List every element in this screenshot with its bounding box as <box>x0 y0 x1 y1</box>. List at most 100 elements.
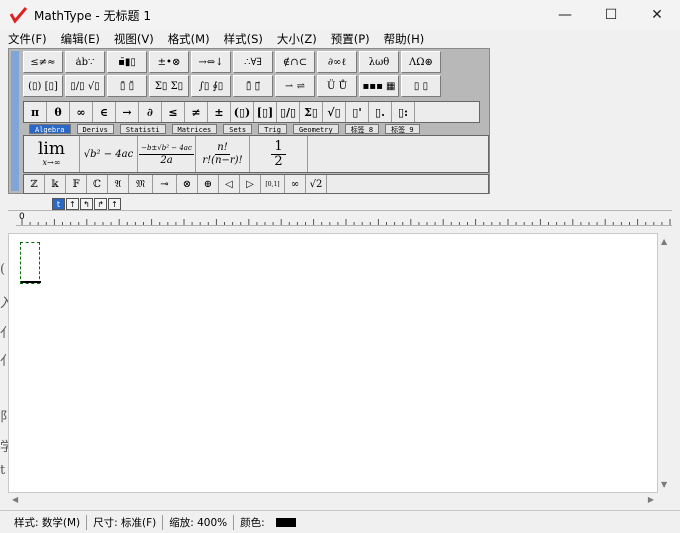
left-triangle-symbol[interactable]: ◁ <box>219 175 240 193</box>
scroll-left-icon[interactable]: ◀ <box>12 495 18 504</box>
partial-symbol[interactable]: ∂ <box>139 102 162 122</box>
nudge-up-button[interactable]: ↑ <box>66 198 79 210</box>
brackets-template[interactable]: [▯] <box>254 102 277 122</box>
horizontal-scrollbar[interactable]: ◀ ▶ <box>8 493 658 507</box>
menu-size[interactable]: 大小(Z) <box>277 31 317 47</box>
menu-help[interactable]: 帮助(H) <box>384 31 425 47</box>
multimap-symbol[interactable]: ⊸ <box>153 175 177 193</box>
unit-interval-symbol[interactable]: [0,1] <box>261 175 285 193</box>
misc-palette-button[interactable]: ∂∞ℓ <box>317 51 357 73</box>
scroll-right-icon[interactable]: ▶ <box>648 495 654 504</box>
tab-8[interactable]: 标签 8 <box>344 124 380 134</box>
empty-input-slot[interactable] <box>20 242 41 284</box>
toolbar-drag-handle[interactable] <box>11 51 19 191</box>
tab-derivs[interactable]: Derivs <box>76 124 114 134</box>
sets-palette-button[interactable]: ∉∩⊂ <box>275 51 315 73</box>
infinity-symbol[interactable]: ∞ <box>70 102 93 122</box>
oplus-symbol[interactable]: ⊕ <box>198 175 219 193</box>
menu-file[interactable]: 文件(F) <box>8 31 47 47</box>
fences-palette-button[interactable]: (▯) [▯] <box>23 75 63 97</box>
fractions-palette-button[interactable]: ▯/▯ √▯ <box>65 75 105 97</box>
operators-palette-button[interactable]: ±•⊗ <box>149 51 189 73</box>
window-title: MathType - 无标题 1 <box>34 8 151 23</box>
field-f-symbol[interactable]: 𝔽 <box>66 175 87 193</box>
element-of-symbol[interactable]: ∈ <box>93 102 116 122</box>
quadratic-formula-expression[interactable]: −b±√b² − 4ac 2a <box>138 136 196 172</box>
combination-expression[interactable]: n! r!(n−r)! <box>196 136 250 172</box>
tab-algebra[interactable]: Algebra <box>29 124 71 134</box>
menu-preferences[interactable]: 预置(P) <box>331 31 370 47</box>
combination-denominator: r!(n−r)! <box>202 154 243 166</box>
not-equal-symbol[interactable]: ≠ <box>185 102 208 122</box>
less-equal-symbol[interactable]: ≤ <box>162 102 185 122</box>
infinity-small-symbol[interactable]: ∞ <box>285 175 306 193</box>
fraktur-a-symbol[interactable]: 𝔄 <box>108 175 129 193</box>
right-triangle-symbol[interactable]: ▷ <box>240 175 261 193</box>
subscript-template[interactable]: ▯. <box>369 102 392 122</box>
menu-style[interactable]: 样式(S) <box>224 31 263 47</box>
theta-symbol[interactable]: θ <box>47 102 70 122</box>
integrals-palette-button[interactable]: ∫▯ ∮▯ <box>191 75 231 97</box>
superscript-template[interactable]: ▯' <box>346 102 369 122</box>
vertical-scrollbar[interactable]: ▲ ▼ <box>658 233 672 493</box>
matrices-palette-button[interactable]: ▪▪▪ ▦ <box>359 75 399 97</box>
embellishments-palette-button[interactable]: ▪̄▮▯ <box>107 51 147 73</box>
plus-minus-symbol[interactable]: ± <box>208 102 231 122</box>
greek-upper-palette-button[interactable]: ΛΩ⊛ <box>401 51 441 73</box>
spaces-palette-button[interactable]: ȧb∵ <box>65 51 105 73</box>
bars-palette-button[interactable]: ▯̄ ▯⃗ <box>233 75 273 97</box>
greek-lower-palette-button[interactable]: λωθ <box>359 51 399 73</box>
menu-edit[interactable]: 编辑(E) <box>61 31 100 47</box>
equation-editing-area[interactable] <box>8 233 658 493</box>
one-half-expression[interactable]: 1 2 <box>250 136 308 172</box>
relations-palette-button[interactable]: ≤≠≈ <box>23 51 63 73</box>
fraktur-m-symbol[interactable]: 𝔐 <box>129 175 153 193</box>
logic-palette-button[interactable]: ∴∀∃ <box>233 51 273 73</box>
sums-palette-button[interactable]: Σ▯ Σ▯ <box>149 75 189 97</box>
tab-matrices[interactable]: Matrices <box>171 124 218 134</box>
limit-expression[interactable]: lim x→∞ <box>24 136 80 172</box>
field-k-symbol[interactable]: 𝕜 <box>45 175 66 193</box>
boxes-palette-button[interactable]: ▯ ▯ <box>401 75 441 97</box>
tab-trig[interactable]: Trig <box>258 124 287 134</box>
ruler[interactable]: 0 <box>8 210 672 230</box>
half-numerator: 1 <box>271 139 286 155</box>
pi-symbol[interactable]: π <box>24 102 47 122</box>
otimes-symbol[interactable]: ⊗ <box>177 175 198 193</box>
background-fragment: t <box>0 463 6 478</box>
close-button[interactable]: ✕ <box>634 0 680 30</box>
menu-view[interactable]: 视图(V) <box>114 31 154 47</box>
minimize-button[interactable]: — <box>542 0 588 30</box>
menu-format[interactable]: 格式(M) <box>168 31 210 47</box>
palette-row-templates: (▯) [▯] ▯/▯ √▯ ▯̄ ▯̆ Σ▯ Σ▯ ∫▯ ∮▯ ▯̄ ▯⃗ ⇀… <box>23 75 443 97</box>
tab-geometry[interactable]: Geometry <box>292 124 339 134</box>
fraction-template[interactable]: ▯/▯ <box>277 102 300 122</box>
tab-sets[interactable]: Sets <box>223 124 253 134</box>
sub-superscript-template[interactable]: ▯: <box>392 102 415 122</box>
products-palette-button[interactable]: Ü Ů <box>317 75 357 97</box>
half-denominator: 2 <box>274 153 283 169</box>
nudge-right-button[interactable]: ↱ <box>94 198 107 210</box>
radical-template[interactable]: √▯ <box>323 102 346 122</box>
text-style-button[interactable]: t <box>52 198 65 210</box>
summation-template[interactable]: Σ▯ <box>300 102 323 122</box>
parentheses-template[interactable]: (▯) <box>231 102 254 122</box>
tab-9[interactable]: 标签 9 <box>385 124 420 134</box>
nudge-left-button[interactable]: ↰ <box>80 198 93 210</box>
sqrt-two-symbol[interactable]: √2 <box>306 175 327 193</box>
tab-bar: Algebra Derivs Statisti Matrices Sets Tr… <box>29 124 426 134</box>
scripts-palette-button[interactable]: ▯̄ ▯̆ <box>107 75 147 97</box>
sqrt-discriminant-expression[interactable]: √b² − 4ac <box>80 136 138 172</box>
tab-statistics[interactable]: Statisti <box>119 124 166 134</box>
complex-symbol[interactable]: ℂ <box>87 175 108 193</box>
small-symbol-bar: π θ ∞ ∈ → ∂ ≤ ≠ ± (▯) [▯] ▯/▯ Σ▯ √▯ ▯' ▯… <box>23 101 480 123</box>
labeled-arrows-palette-button[interactable]: ⇀ ⇌ <box>275 75 315 97</box>
nudge-down-button[interactable]: ↑ <box>108 198 121 210</box>
maximize-button[interactable]: ☐ <box>588 0 634 30</box>
custom-symbol-bar: ℤ 𝕜 𝔽 ℂ 𝔄 𝔐 ⊸ ⊗ ⊕ ◁ ▷ [0,1] ∞ √2 <box>23 174 489 194</box>
scroll-down-icon[interactable]: ▼ <box>661 480 667 489</box>
arrows-palette-button[interactable]: →⇔↓ <box>191 51 231 73</box>
right-arrow-symbol[interactable]: → <box>116 102 139 122</box>
scroll-up-icon[interactable]: ▲ <box>661 237 667 246</box>
integers-symbol[interactable]: ℤ <box>24 175 45 193</box>
